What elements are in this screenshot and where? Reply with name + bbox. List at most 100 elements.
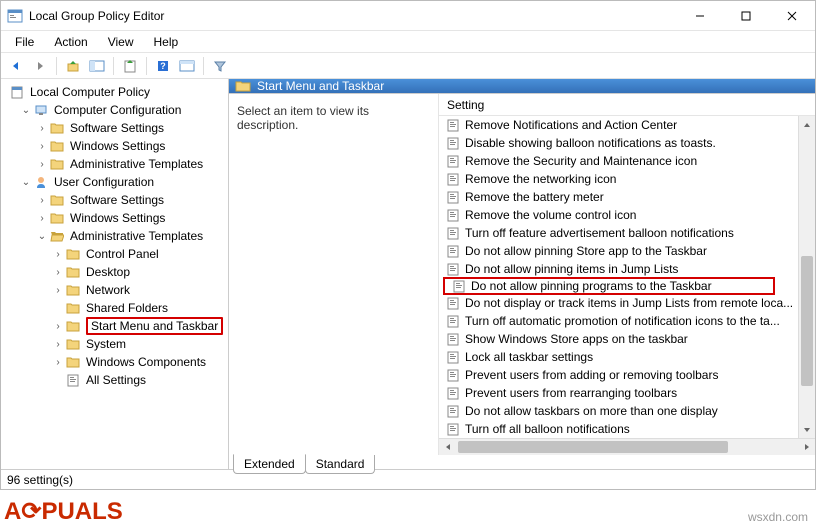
menu-view[interactable]: View (100, 33, 142, 51)
show-hide-tree-button[interactable] (86, 55, 108, 77)
up-button[interactable] (62, 55, 84, 77)
setting-row[interactable]: Remove the Security and Maintenance icon (439, 152, 815, 170)
chevron-right-icon[interactable]: › (37, 159, 47, 170)
tree-cc-ss[interactable]: ›Software Settings (5, 119, 228, 137)
tab-extended[interactable]: Extended (233, 454, 306, 474)
setting-item-icon (445, 332, 461, 346)
chevron-down-icon[interactable]: ⌄ (37, 231, 47, 242)
tree-start-menu-taskbar[interactable]: ›Start Menu and Taskbar (5, 317, 228, 335)
forward-button[interactable] (29, 55, 51, 77)
help-button[interactable]: ? (152, 55, 174, 77)
chevron-right-icon[interactable]: › (53, 249, 63, 260)
vertical-scrollbar[interactable] (798, 116, 815, 438)
setting-row[interactable]: Do not allow pinning programs to the Tas… (443, 277, 775, 295)
content-header: Start Menu and Taskbar (229, 79, 815, 93)
description-pane: Select an item to view its description. (229, 94, 439, 455)
chevron-right-icon[interactable]: › (37, 195, 47, 206)
tree-root[interactable]: Local Computer Policy (5, 83, 228, 101)
properties-button[interactable] (119, 55, 141, 77)
tree-uc-at[interactable]: ⌄Administrative Templates (5, 227, 228, 245)
setting-row[interactable]: Show Windows Store apps on the taskbar (439, 330, 815, 348)
scroll-down-button[interactable] (799, 421, 815, 438)
setting-row[interactable]: Disable showing balloon notifications as… (439, 134, 815, 152)
scroll-up-button[interactable] (799, 116, 815, 133)
window-title: Local Group Policy Editor (29, 9, 164, 23)
chevron-right-icon[interactable]: › (53, 339, 63, 350)
setting-row[interactable]: Do not allow taskbars on more than one d… (439, 402, 815, 420)
tree-cc-at[interactable]: ›Administrative Templates (5, 155, 228, 173)
tree-cc[interactable]: ⌄ Computer Configuration (5, 101, 228, 119)
setting-label: Remove the Security and Maintenance icon (465, 154, 697, 168)
folder-open-icon (49, 229, 65, 243)
tree-uc-ws[interactable]: ›Windows Settings (5, 209, 228, 227)
setting-row[interactable]: Remove the networking icon (439, 170, 815, 188)
menu-help[interactable]: Help (146, 33, 187, 51)
back-button[interactable] (5, 55, 27, 77)
scroll-left-button[interactable] (439, 439, 456, 455)
maximize-button[interactable] (723, 1, 769, 30)
folder-icon (65, 319, 81, 333)
menubar: File Action View Help (1, 31, 815, 53)
tree-control-panel[interactable]: ›Control Panel (5, 245, 228, 263)
setting-item-icon (445, 404, 461, 418)
scroll-thumb[interactable] (801, 256, 813, 386)
folder-icon (65, 355, 81, 369)
chevron-right-icon[interactable]: › (53, 267, 63, 278)
tree-network[interactable]: ›Network (5, 281, 228, 299)
column-header-setting[interactable]: Setting (439, 94, 815, 116)
setting-row[interactable]: Lock all taskbar settings (439, 348, 815, 366)
filter-button[interactable] (209, 55, 231, 77)
setting-row[interactable]: Prevent users from rearranging toolbars (439, 384, 815, 402)
tree-pane: Local Computer Policy ⌄ Computer Configu… (1, 79, 229, 469)
setting-label: Do not allow pinning programs to the Tas… (471, 279, 712, 293)
minimize-button[interactable] (677, 1, 723, 30)
tree-uc-ss[interactable]: ›Software Settings (5, 191, 228, 209)
setting-row[interactable]: Turn off feature advertisement balloon n… (439, 224, 815, 242)
setting-label: Do not allow pinning items in Jump Lists (465, 262, 678, 276)
policy-icon (9, 85, 25, 99)
setting-row[interactable]: Turn off all balloon notifications (439, 420, 815, 438)
brand-overlay: A⟳PUALS (4, 497, 123, 526)
setting-item-icon (445, 208, 461, 222)
tree-desktop[interactable]: ›Desktop (5, 263, 228, 281)
setting-row[interactable]: Prevent users from adding or removing to… (439, 366, 815, 384)
setting-label: Remove the networking icon (465, 172, 616, 186)
tree-all-settings[interactable]: All Settings (5, 371, 228, 389)
tree-uc[interactable]: ⌄ User Configuration (5, 173, 228, 191)
setting-row[interactable]: Do not display or track items in Jump Li… (439, 294, 815, 312)
menu-action[interactable]: Action (46, 33, 95, 51)
setting-row[interactable]: Remove Notifications and Action Center (439, 116, 815, 134)
horizontal-scrollbar[interactable] (439, 438, 815, 455)
chevron-right-icon[interactable]: › (37, 213, 47, 224)
scroll-right-button[interactable] (798, 439, 815, 455)
computer-icon (33, 103, 49, 117)
setting-label: Prevent users from rearranging toolbars (465, 386, 677, 400)
setting-row[interactable]: Remove the volume control icon (439, 206, 815, 224)
tree-cc-ws[interactable]: ›Windows Settings (5, 137, 228, 155)
tab-standard[interactable]: Standard (305, 455, 376, 474)
chevron-down-icon[interactable]: ⌄ (21, 105, 31, 116)
chevron-right-icon[interactable]: › (37, 141, 47, 152)
setting-row[interactable]: Turn off automatic promotion of notifica… (439, 312, 815, 330)
chevron-down-icon[interactable]: ⌄ (21, 177, 31, 188)
setting-item-icon (445, 368, 461, 382)
options-button[interactable] (176, 55, 198, 77)
chevron-right-icon[interactable]: › (53, 321, 63, 332)
setting-row[interactable]: Do not allow pinning items in Jump Lists (439, 260, 815, 278)
setting-item-icon (445, 386, 461, 400)
tree-windows-components[interactable]: ›Windows Components (5, 353, 228, 371)
chevron-right-icon[interactable]: › (53, 285, 63, 296)
folder-icon (65, 283, 81, 297)
tree-system[interactable]: ›System (5, 335, 228, 353)
close-button[interactable] (769, 1, 815, 30)
folder-icon (235, 79, 251, 93)
chevron-right-icon[interactable]: › (53, 357, 63, 368)
chevron-right-icon[interactable]: › (37, 123, 47, 134)
setting-label: Turn off all balloon notifications (465, 422, 630, 436)
scroll-thumb[interactable] (458, 441, 728, 453)
tree-shared-folders[interactable]: Shared Folders (5, 299, 228, 317)
folder-icon (49, 121, 65, 135)
menu-file[interactable]: File (7, 33, 42, 51)
setting-row[interactable]: Do not allow pinning Store app to the Ta… (439, 242, 815, 260)
setting-row[interactable]: Remove the battery meter (439, 188, 815, 206)
